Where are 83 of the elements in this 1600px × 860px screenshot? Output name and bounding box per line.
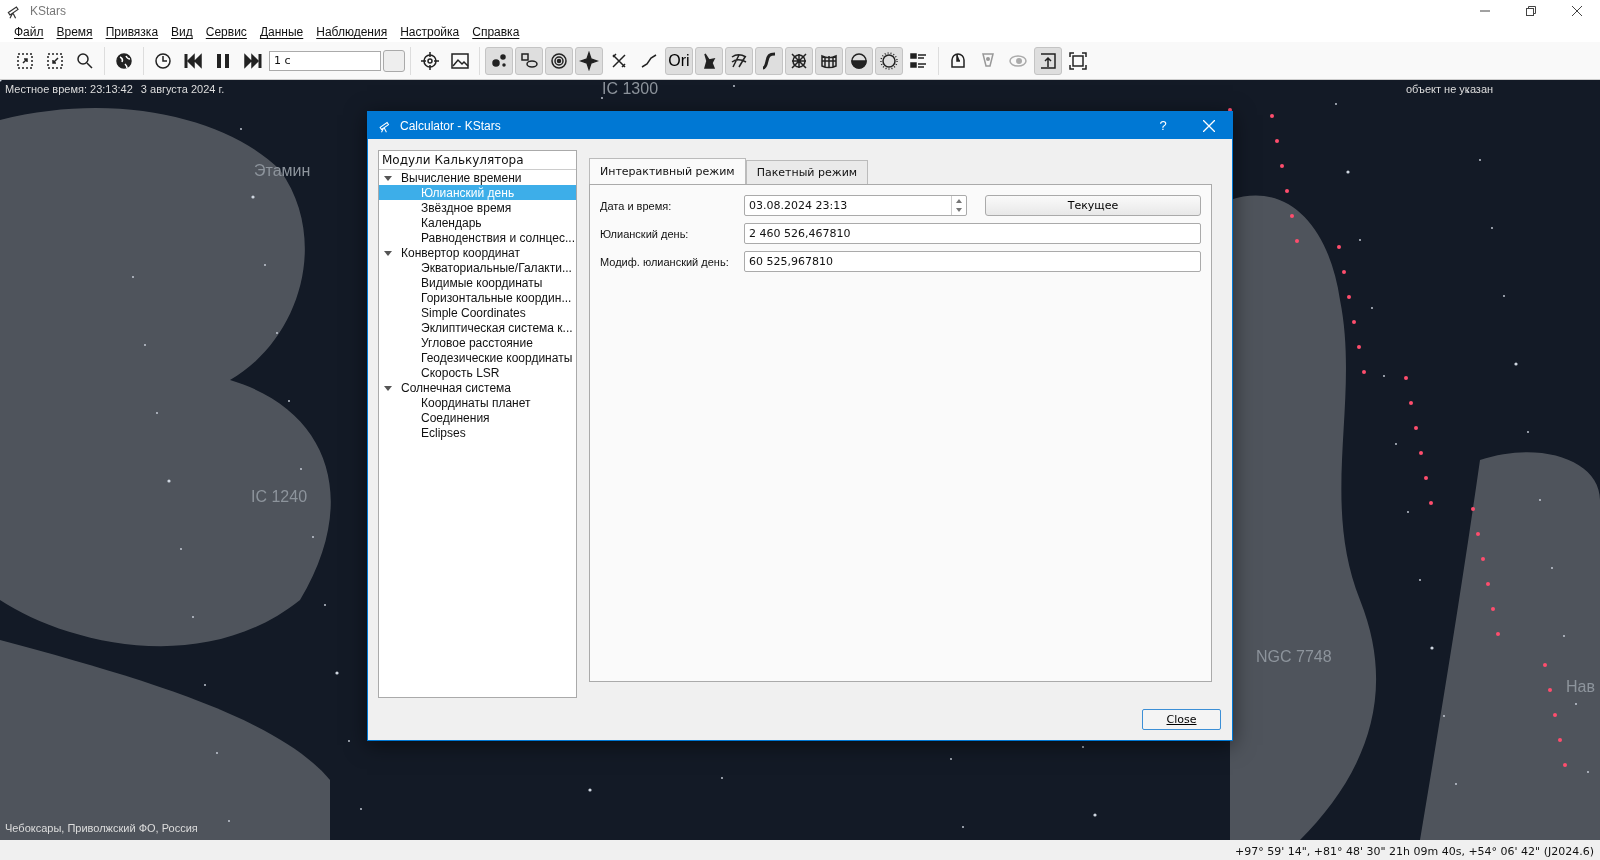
globe-grid-button[interactable] [815,46,843,75]
tree-item[interactable]: Скорость LSR [379,365,576,381]
sky-object-label: Нав [1566,678,1595,696]
menu-item[interactable]: Вид [171,25,193,39]
search-icon [75,50,95,71]
dialog-title: Calculator - KStars [400,118,501,133]
sky-object-label: Этамин [254,162,311,180]
tree-item[interactable]: Вычисление времени [379,170,576,186]
menu-item[interactable]: Привязка [105,25,159,39]
menu-item[interactable]: Справка [472,25,520,39]
tree-item[interactable]: Звёздное время [379,200,576,216]
dome-icon [948,50,968,71]
export-icon [1038,50,1058,71]
tree-item[interactable]: Равноденствия и солнцес... [379,230,576,246]
date-label: 3 августа 2024 г. [140,83,225,95]
skip-back-icon [183,50,203,71]
sparkle-button[interactable] [575,46,603,75]
clock-icon [153,50,173,71]
shapes-icon [519,50,539,71]
field-label: Дата и время: [600,199,673,212]
tree-item[interactable]: Геодезические координаты [379,350,576,366]
field-label: Модиф. юлианский день: [600,255,730,268]
restore-icon [1526,6,1536,16]
fullscreen-icon [1068,50,1088,71]
date-time-field[interactable]: 03.08.2024 23:13 [744,195,967,217]
tree-item[interactable]: Конвертор координат [379,245,576,261]
tab[interactable]: Интерактивный режим [589,158,746,185]
close-icon [1203,119,1215,132]
time-step-field[interactable]: 1 с [269,50,381,71]
half-circle-icon [849,50,869,71]
close-icon [1572,6,1582,16]
crossed-grid-button[interactable] [785,46,813,75]
list-icon [909,50,929,71]
tree-item[interactable]: Горизонтальные координ... [379,290,576,306]
tree-item[interactable]: Эклиптическая система к... [379,320,576,336]
sun-button[interactable] [875,46,903,75]
current-button[interactable]: Текущее [985,195,1201,217]
sky-object-label: NGC 7748 [1256,648,1332,666]
stars-button[interactable] [485,46,513,75]
tree-item[interactable]: Календарь [379,215,576,231]
window-title: KStars [30,4,66,18]
help-button[interactable]: ? [1140,114,1186,137]
tree-item[interactable]: Угловое расстояние [379,335,576,351]
menu-item[interactable]: Время [56,25,93,39]
tree-item[interactable]: Видимые координаты [379,275,576,291]
menu-item[interactable]: Настройка [400,25,460,39]
tree-item[interactable]: Солнечная система [379,380,576,396]
menu-item[interactable]: Наблюдения [316,25,388,39]
shapes-button[interactable] [515,46,543,75]
value-field[interactable]: 60 525,967810 [744,251,1201,273]
tree-item[interactable]: Экваториальные/Галакти... [379,260,576,276]
tree-item[interactable]: Соединения [379,410,576,426]
coordinates-label: +97° 59' 14", +81° 48' 30" 21h 09m 40s, +54° 06' 42" (J2024.6) [1234,844,1594,858]
target-icon [549,50,569,71]
zoom-fit-icon [45,50,65,71]
menu-item[interactable]: Данные [259,25,304,39]
menu-item[interactable]: Файл [14,25,44,39]
globe-icon [114,50,134,71]
image-icon [450,50,470,71]
close-button[interactable]: Close [1142,708,1221,730]
half-circle-button[interactable] [845,46,873,75]
focus-object-label: объект не указан [1406,83,1494,95]
tree-item[interactable]: Eclipses [379,425,576,441]
crosshair-icon [420,50,440,71]
curve-button[interactable] [755,46,783,75]
menu-item[interactable]: Сервис [205,25,247,39]
sky-object-label: IC 1300 [602,80,659,98]
sky-object-label: IC 1240 [251,488,308,506]
field-label: Юлианский день: [600,227,690,240]
toolbar-toggle-button[interactable]: Ori [665,46,693,75]
location-label: Чебоксары, Приволжский ФО, Россия [5,822,198,834]
tree-item[interactable]: Координаты планет [379,395,576,411]
tab[interactable]: Пакетный режим [745,160,869,185]
crossed-grid-icon [789,50,809,71]
select-region-icon [15,50,35,71]
export-button[interactable] [1034,46,1062,75]
sun-icon [879,50,899,71]
target-button[interactable] [545,46,573,75]
local-time-label: Местное время: 23:13:42 [5,83,133,95]
skip-forward-icon [243,50,263,71]
tree-item[interactable]: Simple Coordinates [379,305,576,321]
value-field[interactable]: 2 460 526,467810 [744,223,1201,245]
sparkle-icon [579,50,599,71]
